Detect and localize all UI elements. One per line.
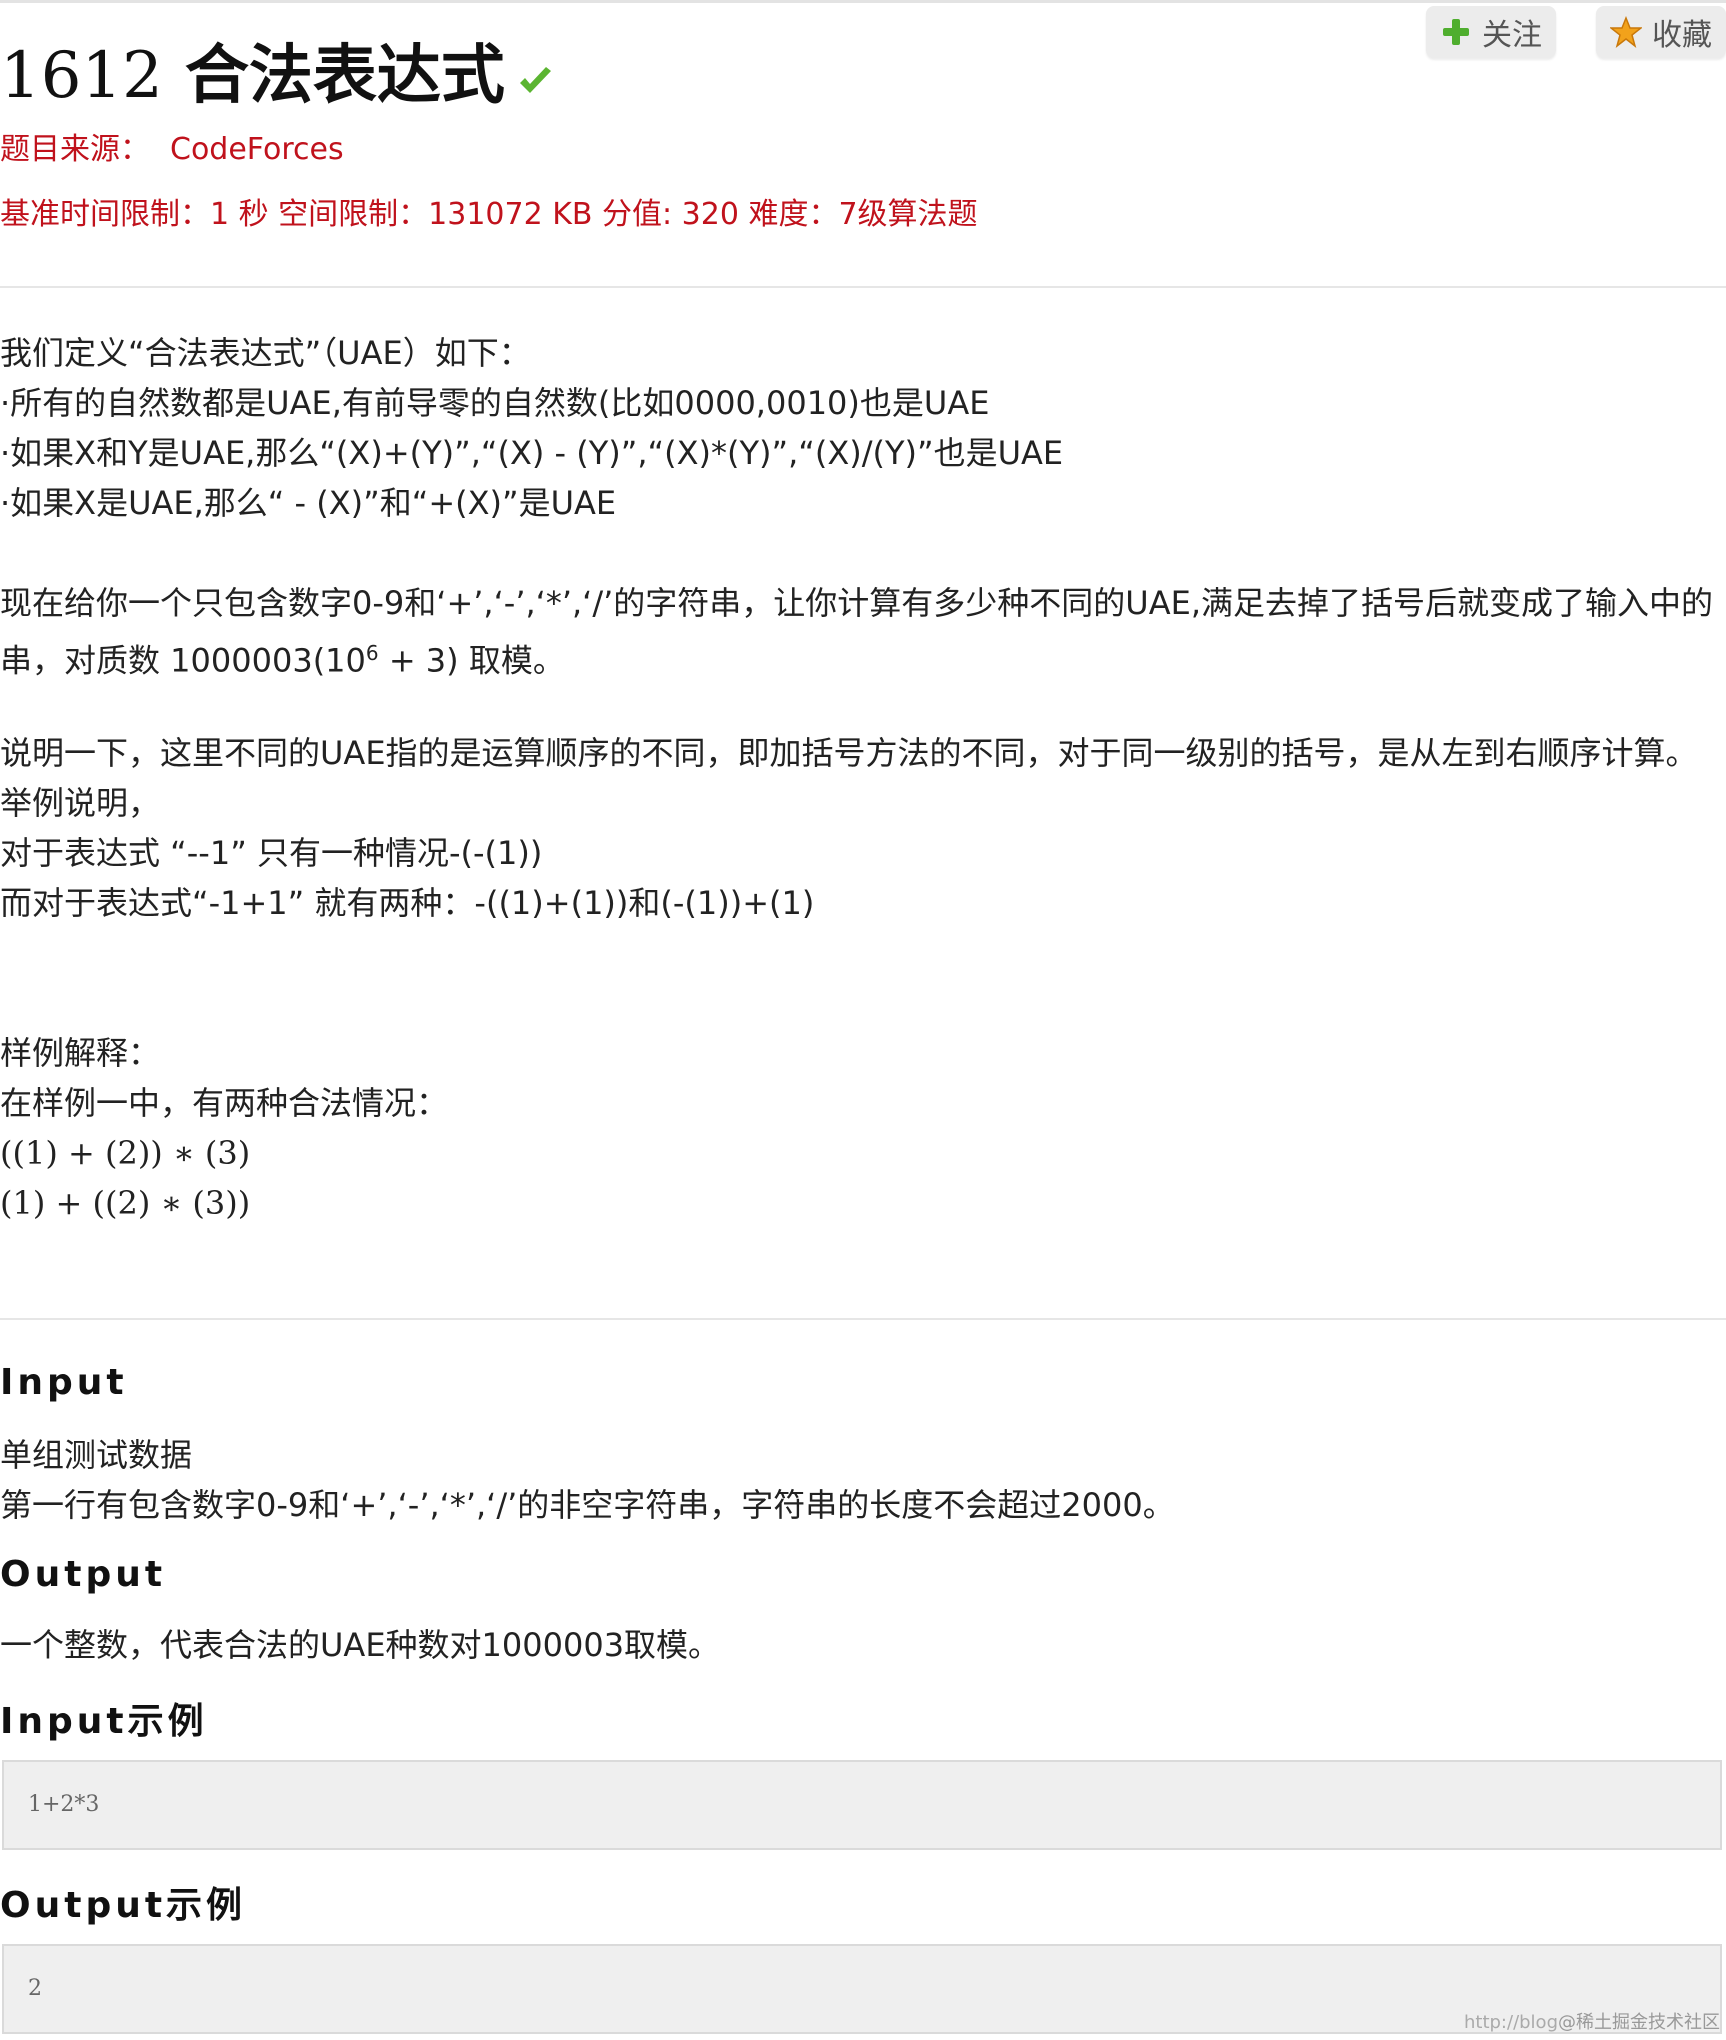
definition-block: 我们定义“合法表达式”（UAE）如下： ·所有的自然数都是UAE,有前导零的自然… bbox=[0, 328, 1063, 528]
star-icon bbox=[1610, 16, 1642, 48]
def-line: ·如果X是UAE,那么“ - (X)”和“+(X)”是UAE bbox=[0, 484, 617, 522]
sample-line: 样例解释： bbox=[0, 1034, 161, 1072]
collect-label: 收藏 bbox=[1652, 18, 1712, 53]
watermark: http://blog@稀土掘金技术社区 bbox=[1464, 2008, 1720, 2034]
task-line-2b: + 3) 取模。 bbox=[378, 641, 565, 680]
task-line-2: 串，对质数 1000003(106 + 3) 取模。 bbox=[0, 628, 1713, 680]
page-title: 1612 合法表达式 bbox=[0, 36, 555, 116]
source-link[interactable]: CodeForces bbox=[170, 132, 344, 167]
collect-button[interactable]: 收藏 bbox=[1596, 6, 1726, 58]
problem-limits: 基准时间限制：1 秒 空间限制：131072 KB 分值: 320 难度：7级算… bbox=[0, 197, 978, 232]
explanation-block: 说明一下，这里不同的UAE指的是运算顺序的不同，即加括号方法的不同，对于同一级别… bbox=[0, 728, 1698, 928]
input-example-heading: Input示例 bbox=[0, 1701, 208, 1742]
input-example-code: 1+2*3 bbox=[2, 1760, 1722, 1850]
task-line: 现在给你一个只包含数字0-9和‘+’,‘-’,‘*’,‘/’的字符串，让你计算有… bbox=[0, 584, 1714, 622]
source-label: 题目来源： bbox=[0, 132, 150, 167]
def-line: 我们定义“合法表达式”（UAE）如下： bbox=[0, 334, 531, 372]
task-line-2a: 串，对质数 1000003(10 bbox=[0, 641, 366, 680]
explain-line: 而对于表达式“-1+1” 就有两种：-((1)+(1))和(-(1))+(1) bbox=[0, 884, 815, 922]
problem-number: 1612 bbox=[0, 39, 163, 113]
output-description: 一个整数，代表合法的UAE种数对1000003取模。 bbox=[0, 1626, 721, 1664]
input-description: 单组测试数据 第一行有包含数字0-9和‘+’,‘-’,‘*’,‘/’的非空字符串… bbox=[0, 1430, 1175, 1530]
input-line: 第一行有包含数字0-9和‘+’,‘-’,‘*’,‘/’的非空字符串，字符串的长度… bbox=[0, 1486, 1175, 1524]
watermark-url: http://blog bbox=[1463, 2012, 1558, 2033]
task-block: 现在给你一个只包含数字0-9和‘+’,‘-’,‘*’,‘/’的字符串，让你计算有… bbox=[0, 578, 1714, 680]
explain-line: 举例说明， bbox=[0, 784, 161, 822]
input-line: 单组测试数据 bbox=[0, 1436, 193, 1474]
explain-line: 说明一下，这里不同的UAE指的是运算顺序的不同，即加括号方法的不同，对于同一级别… bbox=[0, 734, 1698, 772]
def-line: ·如果X和Y是UAE,那么“(X)+(Y)”,“(X) - (Y)”,“(X)*… bbox=[0, 434, 1064, 472]
output-heading: Output bbox=[0, 1554, 167, 1595]
checkmark-icon bbox=[519, 67, 551, 93]
watermark-site: @稀土掘金技术社区 bbox=[1558, 2012, 1720, 2033]
follow-label: 关注 bbox=[1482, 18, 1542, 53]
input-heading: Input bbox=[0, 1362, 128, 1403]
divider bbox=[0, 1318, 1726, 1320]
plus-icon bbox=[1443, 19, 1469, 45]
exponent: 6 bbox=[365, 641, 379, 665]
def-line: ·所有的自然数都是UAE,有前导零的自然数(比如0000,0010)也是UAE bbox=[0, 384, 990, 422]
top-border bbox=[0, 0, 1726, 3]
problem-source: 题目来源： CodeForces bbox=[0, 130, 344, 170]
sample-line: 在样例一中，有两种合法情况： bbox=[0, 1084, 449, 1122]
sample-explanation: 样例解释： 在样例一中，有两种合法情况： ((1) + (2)) ∗ (3) (… bbox=[0, 1028, 448, 1228]
explain-line: 对于表达式 “--1” 只有一种情况-(-(1)) bbox=[0, 834, 543, 872]
sample-formula: ((1) + (2)) ∗ (3) bbox=[0, 1134, 251, 1172]
follow-button[interactable]: 关注 bbox=[1426, 6, 1556, 58]
action-bar: 关注 收藏 bbox=[1426, 6, 1726, 58]
problem-title: 合法表达式 bbox=[184, 39, 505, 113]
divider bbox=[0, 286, 1726, 288]
sample-formula: (1) + ((2) ∗ (3)) bbox=[0, 1184, 251, 1222]
output-example-heading: Output示例 bbox=[0, 1885, 247, 1926]
